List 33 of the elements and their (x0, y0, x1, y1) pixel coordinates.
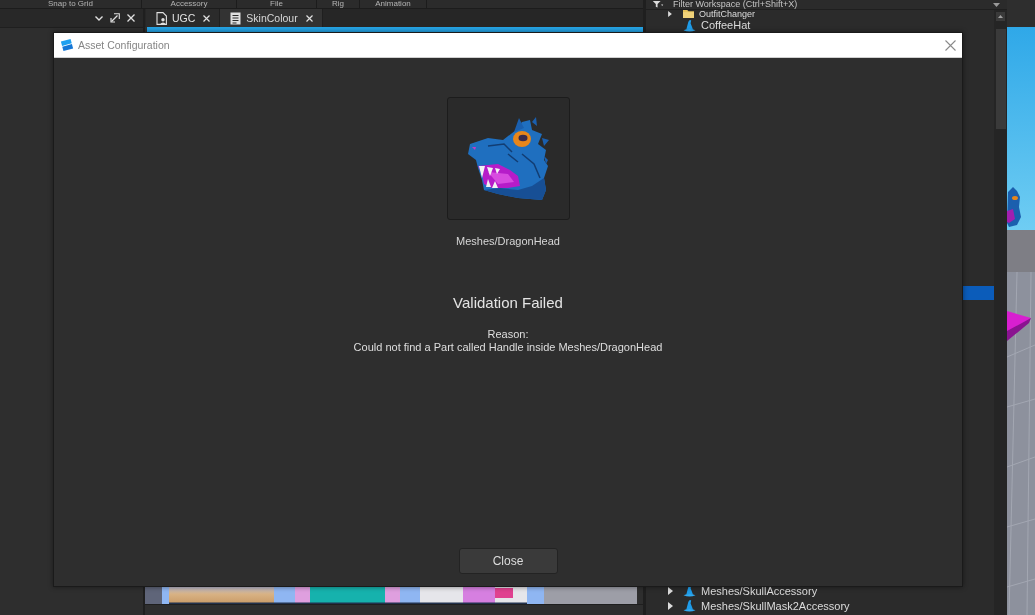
dialog-title: Asset Configuration (78, 39, 171, 51)
diagonal-arrows-icon[interactable] (110, 13, 120, 23)
asset-name: Meshes/DragonHead (456, 234, 560, 248)
ribbon-group-label: Accessory (170, 0, 208, 8)
caret-down-icon[interactable] (993, 2, 1000, 7)
document-user-icon (156, 11, 167, 25)
scrollbar-thumb[interactable] (995, 29, 1006, 129)
ribbon-group-label: File (270, 0, 283, 8)
folder-icon (683, 10, 694, 18)
caret-right-icon[interactable] (668, 586, 673, 595)
reason-text: Could not find a Part called Handle inside Meshes/DragonHead (353, 341, 663, 354)
tree-item-label[interactable]: Meshes/SkullMask2Accessory (701, 599, 850, 612)
status-heading: Validation Failed (453, 294, 563, 312)
tree-item-label[interactable]: Meshes/SkullAccessory (701, 584, 818, 597)
close-button[interactable]: Close (458, 548, 558, 574)
tree-item-label[interactable]: CoffeeHat (701, 19, 751, 31)
ribbon-group-label: Snap to Grid (48, 0, 93, 8)
document-lines-icon (230, 11, 242, 25)
caret-right-icon[interactable] (668, 11, 672, 17)
hat-icon (683, 18, 696, 32)
editor-tab[interactable]: SkinColour (219, 9, 323, 27)
chevron-down-icon[interactable] (95, 15, 103, 21)
tree-item-label[interactable]: OutfitChanger (699, 10, 756, 18)
filter-field[interactable]: Filter Workspace (Ctrl+Shift+X) (646, 0, 1007, 10)
ribbon-group-label: Rig (332, 0, 344, 8)
arrow-up-icon (998, 15, 1003, 18)
app-logo-icon (60, 38, 74, 52)
ribbon-group-label: Animation (375, 0, 411, 8)
caret-right-icon[interactable] (668, 601, 673, 610)
reason-label: Reason: (487, 328, 529, 341)
hat-icon (683, 599, 696, 612)
scroll-up-button[interactable] (996, 12, 1005, 21)
editor-tab[interactable]: UGC (146, 9, 220, 27)
